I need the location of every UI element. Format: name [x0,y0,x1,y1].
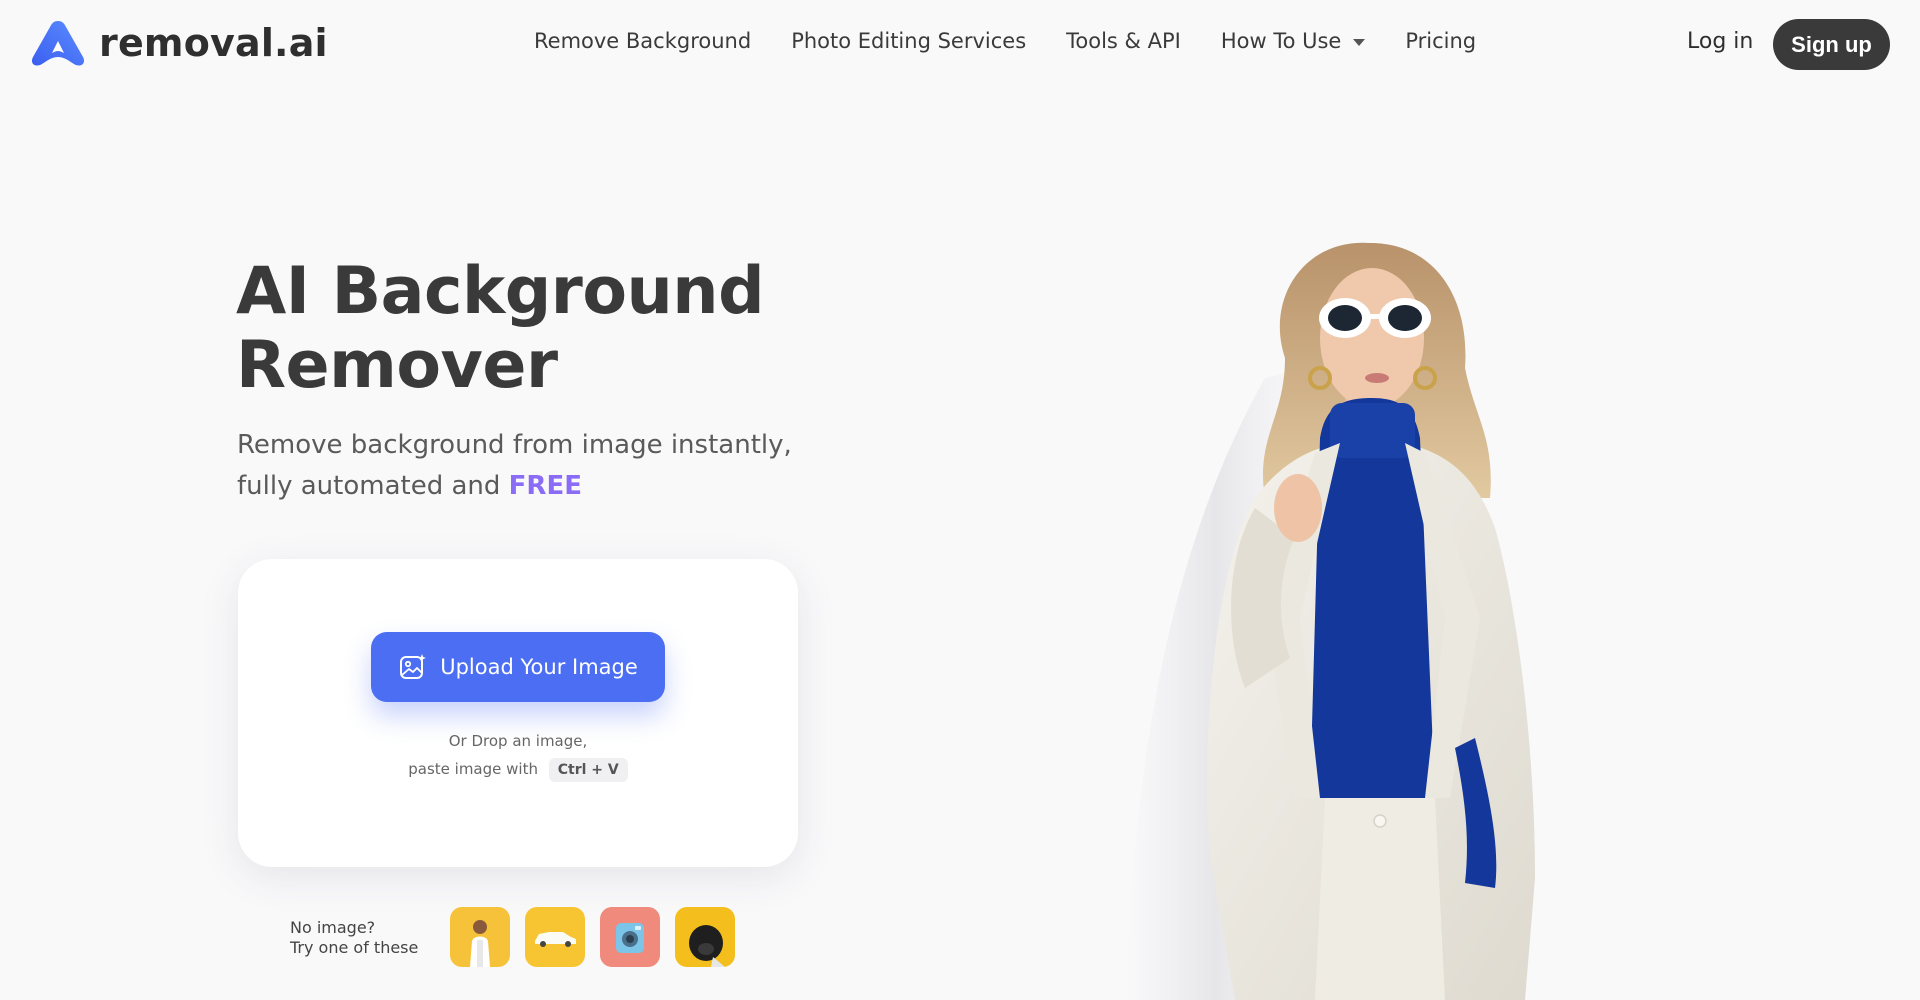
chevron-down-icon [1353,38,1366,46]
upload-button-label: Upload Your Image [440,655,638,679]
camera-sample-icon [600,907,660,967]
subtitle-line-1: Remove background from image instantly, [237,430,792,460]
title-line-1: AI Background [236,254,765,329]
hero-model-image [1115,238,1655,1000]
car-sample-icon [525,907,585,967]
nav-tools-api[interactable]: Tools & API [1066,29,1181,53]
samples-label-line-1: No image? [290,918,376,937]
woman-sample-icon [450,907,510,967]
paste-hint: paste image with Ctrl + V [238,758,798,782]
nav-photo-editing-services[interactable]: Photo Editing Services [791,29,1026,53]
sample-dog[interactable] [675,907,735,967]
paste-hint-text: paste image with [408,760,538,778]
logo-text: removal.ai [99,21,328,65]
samples-label: No image? Try one of these [290,918,418,958]
removal-logo-icon [31,21,85,66]
sample-car[interactable] [525,907,585,967]
shortcut-badge: Ctrl + V [548,758,628,782]
nav-how-to-use-label: How To Use [1220,29,1342,53]
logo[interactable]: removal.ai [29,17,328,69]
login-link[interactable]: Log in [1687,29,1753,54]
free-highlight: FREE [508,471,582,501]
nav-pricing[interactable]: Pricing [1405,29,1476,53]
sample-woman[interactable] [450,907,510,967]
page-title: AI Background Remover [236,255,856,403]
image-upload-icon [400,654,427,679]
woman-model-illustration [1125,242,1535,1000]
sample-camera[interactable] [600,907,660,967]
sample-images [450,907,735,967]
drop-hint: Or Drop an image, [448,732,588,750]
nav-remove-background[interactable]: Remove Background [534,29,751,53]
page: removal.ai Remove Background Photo Editi… [0,0,1920,1000]
header: removal.ai Remove Background Photo Editi… [0,0,1920,88]
subtitle-line-2: fully automated and [237,471,501,501]
upload-dropzone[interactable]: Upload Your Image Or Drop an image, past… [238,559,798,867]
hero-subtitle: Remove background from image instantly, … [237,425,857,507]
upload-image-button[interactable]: Upload Your Image [371,632,665,702]
signup-button[interactable]: Sign up [1773,19,1890,70]
title-line-2: Remover [236,328,558,403]
samples-label-line-2: Try one of these [290,938,419,957]
nav-how-to-use[interactable]: How To Use [1221,29,1366,53]
main-nav: Remove Background Photo Editing Services… [534,29,1476,53]
dog-sample-icon [675,907,735,967]
